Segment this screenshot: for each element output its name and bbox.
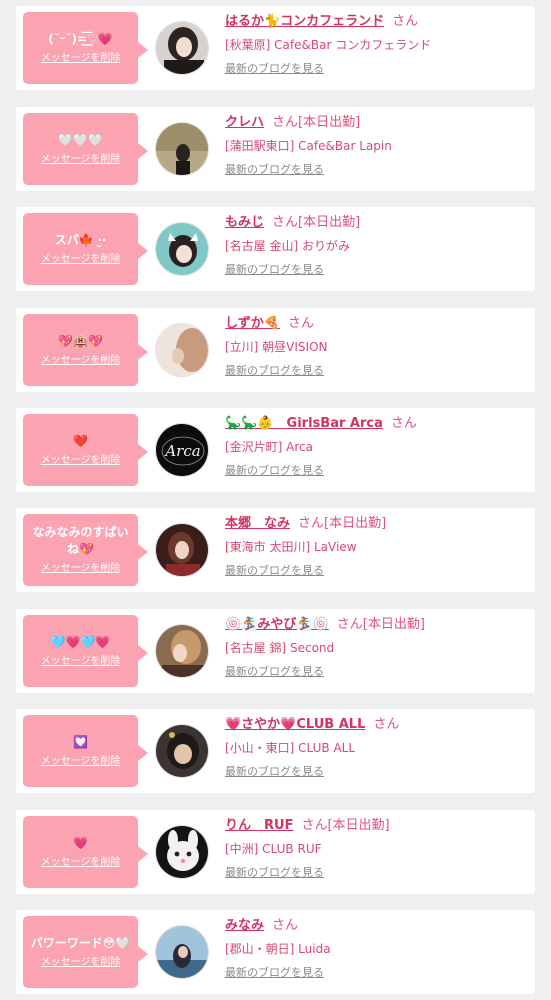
delete-message-link[interactable]: メッセージを削除 bbox=[41, 755, 121, 769]
message-bubble: (˘ᵕ˘)=͟͟͞♡💗 メッセージを削除 bbox=[23, 12, 148, 84]
message-text: 🤍🤍🤍 bbox=[58, 132, 103, 147]
cast-name-link[interactable]: はるか🐈コンカフェランド bbox=[225, 14, 384, 29]
cast-name-link[interactable]: みなみ bbox=[225, 918, 264, 933]
message-bubble: スパ🍁 ‧̫‧ メッセージを削除 bbox=[23, 213, 148, 285]
avatar[interactable] bbox=[155, 925, 209, 979]
message-text: なみなみのすばいね💖 bbox=[32, 525, 129, 556]
message-bubble: 🩵💗🩵💗 メッセージを削除 bbox=[23, 615, 148, 687]
honorific: さん bbox=[392, 14, 419, 29]
message-text: 💖🏨💖 bbox=[58, 333, 103, 348]
cast-name-link[interactable]: りん RUF bbox=[225, 818, 293, 833]
list-item: なみなみのすばいね💖 メッセージを削除 本郷 なみ さん[本日出勤] [東海市 太… bbox=[16, 508, 535, 592]
delete-message-link[interactable]: メッセージを削除 bbox=[41, 354, 121, 368]
list-item: (˘ᵕ˘)=͟͟͞♡💗 メッセージを削除 はるか🐈コンカフェランド さん [秋葉原… bbox=[16, 6, 535, 90]
avatar[interactable] bbox=[155, 21, 209, 75]
message-text: (˘ᵕ˘)=͟͟͞♡💗 bbox=[48, 31, 113, 46]
cast-name-link[interactable]: しずか🍕 bbox=[225, 316, 280, 331]
message-list: (˘ᵕ˘)=͟͟͞♡💗 メッセージを削除 はるか🐈コンカフェランド さん [秋葉原… bbox=[0, 0, 551, 1000]
status-badge: [本日出勤] bbox=[327, 818, 390, 833]
list-item: 💖🏨💖 メッセージを削除 しずか🍕 さん [立川] 朝昼VISION 最新のブログ… bbox=[16, 308, 535, 392]
honorific: さん bbox=[373, 717, 400, 732]
latest-blog-link[interactable]: 最新のブログを見る bbox=[225, 563, 324, 579]
avatar[interactable] bbox=[155, 222, 209, 276]
avatar[interactable] bbox=[155, 624, 209, 678]
message-text: スパ🍁 ‧̫‧ bbox=[54, 232, 107, 247]
delete-message-link[interactable]: メッセージを削除 bbox=[41, 153, 121, 167]
shop-info: [中洲] CLUB RUF bbox=[225, 842, 322, 856]
message-bubble: なみなみのすばいね💖 メッセージを削除 bbox=[23, 514, 148, 586]
message-bubble: 💖🏨💖 メッセージを削除 bbox=[23, 314, 148, 386]
delete-message-link[interactable]: メッセージを削除 bbox=[41, 956, 121, 970]
message-text: ❤️ bbox=[73, 433, 88, 448]
shop-info: [東海市 太田川] LaView bbox=[225, 540, 357, 554]
honorific: さん bbox=[298, 516, 325, 531]
cast-name-link[interactable]: 本郷 なみ bbox=[225, 516, 290, 531]
latest-blog-link[interactable]: 最新のブログを見る bbox=[225, 664, 324, 680]
avatar[interactable] bbox=[155, 724, 209, 778]
shop-info: [名古屋 錦] Second bbox=[225, 641, 335, 655]
delete-message-link[interactable]: メッセージを削除 bbox=[41, 562, 121, 576]
latest-blog-link[interactable]: 最新のブログを見る bbox=[225, 965, 324, 981]
latest-blog-link[interactable]: 最新のブログを見る bbox=[225, 363, 324, 379]
list-item: 🩵💗🩵💗 メッセージを削除 🍥🏂みやび🏂🍥 さん[本日出勤] [名古屋 錦] Se… bbox=[16, 609, 535, 693]
message-bubble: 💗 メッセージを削除 bbox=[23, 816, 148, 888]
list-item: パワーワード😳🤍 メッセージを削除 みなみ さん [郡山・朝日] Luida 最新… bbox=[16, 910, 535, 994]
cast-name-link[interactable]: もみじ bbox=[225, 215, 264, 230]
latest-blog-link[interactable]: 最新のブログを見る bbox=[225, 865, 324, 881]
list-item: 💗 メッセージを削除 りん RUF さん[本日出勤] [中洲] CLUB RUF … bbox=[16, 810, 535, 894]
list-item: 🤍🤍🤍 メッセージを削除 クレハ さん[本日出勤] [蒲田駅東口] Cafe&Ba… bbox=[16, 107, 535, 191]
list-item: ❤️ メッセージを削除 Arca 🦕🦕👶 GirlsBar Arca さん [金沢… bbox=[16, 408, 535, 492]
avatar[interactable] bbox=[155, 323, 209, 377]
avatar[interactable] bbox=[155, 523, 209, 577]
svg-text:Arca: Arca bbox=[163, 442, 200, 460]
delete-message-link[interactable]: メッセージを削除 bbox=[41, 856, 121, 870]
message-text: 💗 bbox=[73, 835, 88, 850]
list-item: スパ🍁 ‧̫‧ メッセージを削除 もみじ さん[本日出勤] [名古屋 金山] おり… bbox=[16, 207, 535, 291]
status-badge: [本日出勤] bbox=[298, 115, 361, 130]
status-badge: [本日出勤] bbox=[298, 215, 361, 230]
delete-message-link[interactable]: メッセージを削除 bbox=[41, 655, 121, 669]
avatar[interactable] bbox=[155, 122, 209, 176]
cast-name-link[interactable]: 💗さやか💗CLUB ALL bbox=[225, 717, 365, 732]
latest-blog-link[interactable]: 最新のブログを見る bbox=[225, 162, 324, 178]
cast-name-link[interactable]: 🍥🏂みやび🏂🍥 bbox=[225, 617, 329, 632]
latest-blog-link[interactable]: 最新のブログを見る bbox=[225, 61, 324, 77]
message-text: パワーワード😳🤍 bbox=[30, 935, 131, 950]
message-bubble: 💟 メッセージを削除 bbox=[23, 715, 148, 787]
shop-info: [金沢片町] Arca bbox=[225, 440, 314, 454]
cast-name-link[interactable]: クレハ bbox=[225, 115, 264, 130]
message-text: 💟 bbox=[73, 734, 88, 749]
message-bubble: 🤍🤍🤍 メッセージを削除 bbox=[23, 113, 148, 185]
shop-info: [秋葉原] Cafe&Bar コンカフェランド bbox=[225, 38, 432, 52]
message-bubble: ❤️ メッセージを削除 bbox=[23, 414, 148, 486]
message-bubble: パワーワード😳🤍 メッセージを削除 bbox=[23, 916, 148, 988]
shop-info: [立川] 朝昼VISION bbox=[225, 340, 328, 354]
latest-blog-link[interactable]: 最新のブログを見る bbox=[225, 463, 324, 479]
message-text: 🩵💗🩵💗 bbox=[50, 634, 111, 649]
delete-message-link[interactable]: メッセージを削除 bbox=[41, 454, 121, 468]
honorific: さん bbox=[301, 818, 328, 833]
latest-blog-link[interactable]: 最新のブログを見る bbox=[225, 764, 324, 780]
delete-message-link[interactable]: メッセージを削除 bbox=[41, 52, 121, 66]
latest-blog-link[interactable]: 最新のブログを見る bbox=[225, 262, 324, 278]
honorific: さん bbox=[287, 316, 314, 331]
honorific: さん bbox=[272, 918, 299, 933]
delete-message-link[interactable]: メッセージを削除 bbox=[41, 253, 121, 267]
shop-info: [蒲田駅東口] Cafe&Bar Lapin bbox=[225, 139, 392, 153]
list-item: 💟 メッセージを削除 💗さやか💗CLUB ALL さん [小山・東口] CLUB … bbox=[16, 709, 535, 793]
honorific: さん bbox=[272, 215, 299, 230]
honorific: さん bbox=[272, 115, 299, 130]
avatar[interactable] bbox=[155, 825, 209, 879]
honorific: さん bbox=[390, 416, 417, 431]
status-badge: [本日出勤] bbox=[324, 516, 387, 531]
avatar[interactable]: Arca bbox=[155, 423, 209, 477]
honorific: さん bbox=[336, 617, 363, 632]
shop-info: [郡山・朝日] Luida bbox=[225, 942, 331, 956]
cast-name-link[interactable]: 🦕🦕👶 GirlsBar Arca bbox=[225, 416, 383, 431]
shop-info: [小山・東口] CLUB ALL bbox=[225, 741, 356, 755]
shop-info: [名古屋 金山] おりがみ bbox=[225, 239, 350, 253]
status-badge: [本日出勤] bbox=[362, 617, 425, 632]
